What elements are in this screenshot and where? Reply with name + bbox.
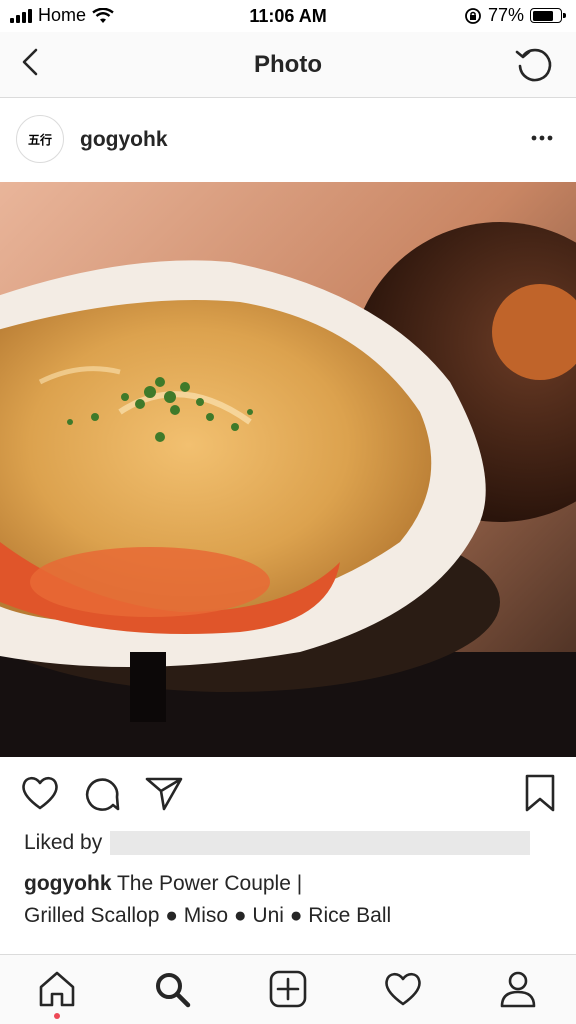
send-icon[interactable] [144,774,184,812]
comment-icon[interactable] [82,774,122,814]
caption-username[interactable]: gogyohk [24,872,112,895]
orientation-lock-icon [465,7,481,24]
bookmark-icon[interactable] [524,773,556,813]
post-actions [0,757,576,829]
caption-line-2: Grilled Scallop ● Miso ● Uni ● Rice Ball [24,904,392,927]
nav-bar: Photo [0,32,576,98]
battery-icon [530,8,566,23]
refresh-icon[interactable] [514,44,554,84]
avatar-text: 五行 [27,132,52,147]
status-right: 77% [464,5,566,26]
scallop-image [0,182,576,757]
post-caption: gogyohk The Power Couple | Grilled Scall… [24,868,554,932]
status-bar: Home 11:06 AM 77% [0,0,576,32]
more-horizontal-icon[interactable] [530,128,554,148]
liked-by-label: Liked by [24,831,103,854]
notification-dot [54,1013,60,1019]
post-header: 五行 gogyohk [0,98,576,182]
plus-square-icon[interactable] [268,969,308,1009]
caption-line-1: The Power Couple | [116,872,303,895]
activity-heart-icon[interactable] [383,969,423,1009]
home-icon[interactable] [37,969,77,1009]
profile-icon[interactable] [498,969,538,1009]
post-photo[interactable] [0,182,576,757]
liked-by-redacted [110,831,531,855]
page-title: Photo [254,51,322,78]
tab-bar [0,954,576,1024]
post-username[interactable]: gogyohk [80,128,168,152]
search-icon[interactable] [152,969,192,1009]
avatar[interactable]: 五行 [16,115,64,163]
liked-by-row[interactable]: Liked by [24,831,531,855]
battery-percent: 77% [487,5,524,25]
heart-icon[interactable] [20,774,60,812]
